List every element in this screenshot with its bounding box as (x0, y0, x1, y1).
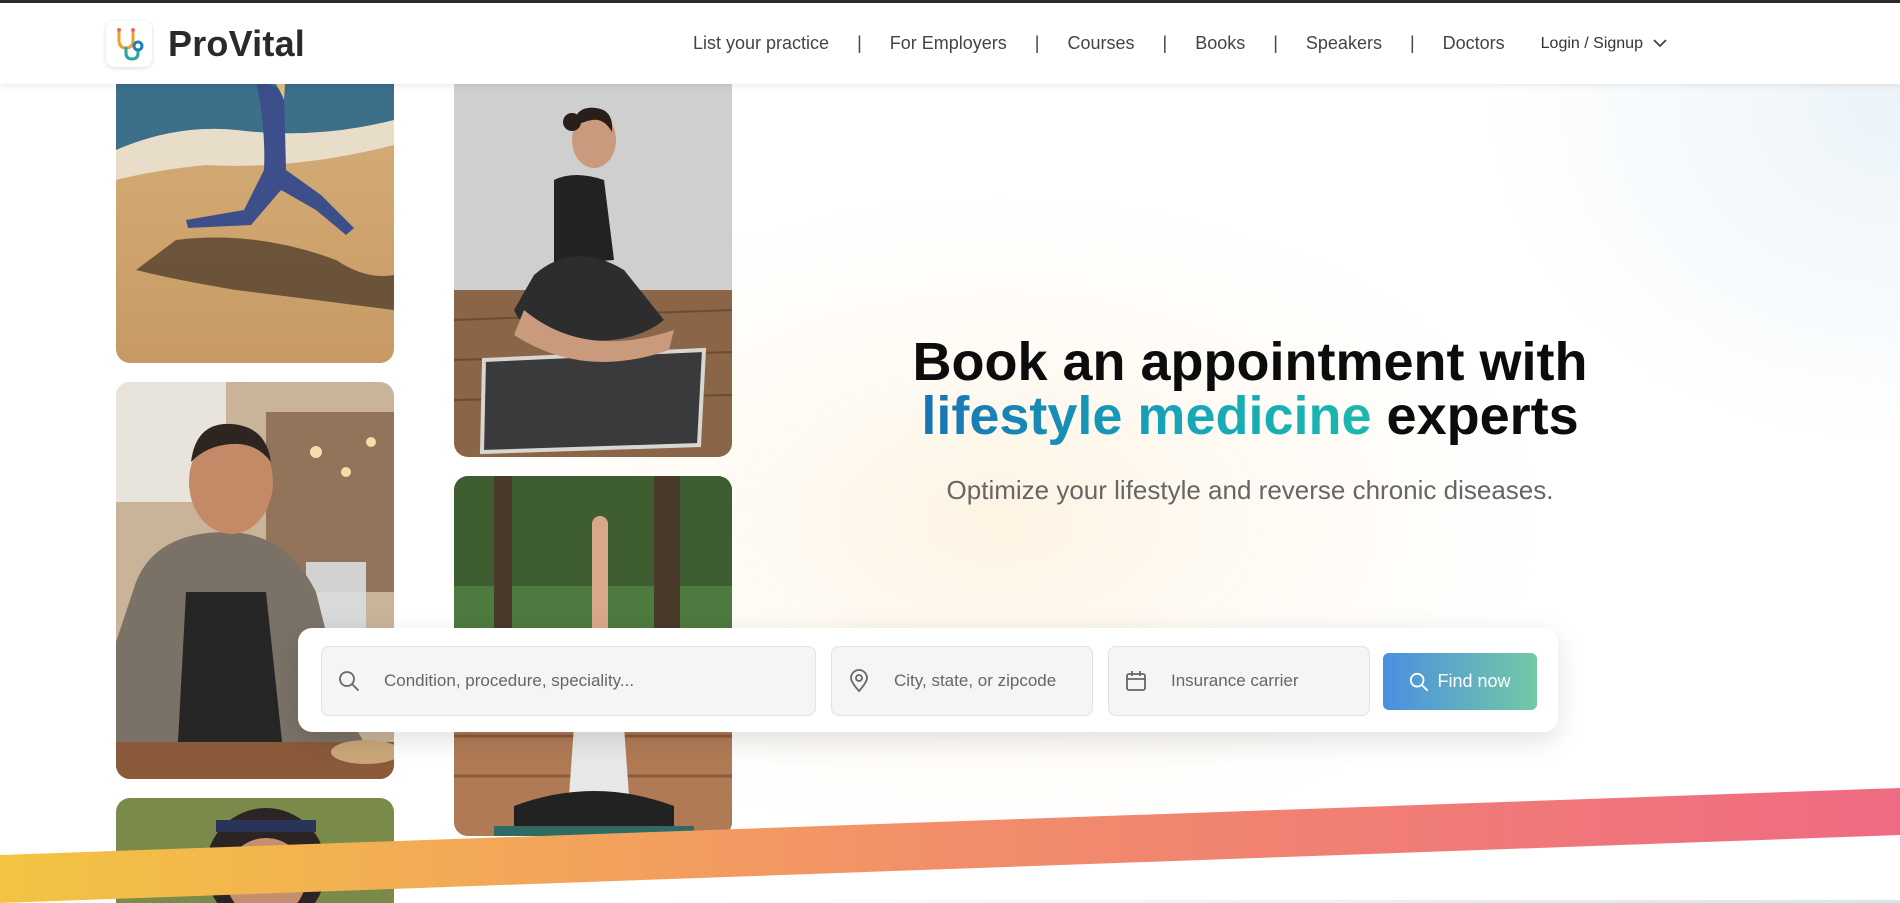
hero-subtitle: Optimize your lifestyle and reverse chro… (946, 475, 1554, 505)
site-header: ProVital List your practice | For Employ… (0, 3, 1900, 84)
search-icon (1410, 672, 1429, 691)
brand-name: ProVital (168, 23, 305, 64)
search-card: Find now (298, 628, 1558, 732)
nav-separator: | (1162, 33, 1168, 53)
logo[interactable]: ProVital (106, 21, 305, 67)
find-now-button[interactable]: Find now (1383, 653, 1537, 710)
search-icon (334, 670, 364, 692)
hero: Book an appointment with lifestyle medic… (860, 335, 1640, 506)
nav-separator: | (1273, 33, 1278, 53)
nav-courses[interactable]: Courses (1067, 33, 1134, 54)
hero-title-line1: Book an appointment with (912, 332, 1588, 392)
condition-input[interactable] (384, 671, 754, 691)
main-nav: List your practice | For Employers | Cou… (693, 3, 1667, 84)
nav-for-employers[interactable]: For Employers (890, 33, 1007, 54)
find-now-label: Find now (1437, 671, 1511, 691)
location-pin-icon (844, 669, 874, 693)
hero-title-highlight: lifestyle medicine (921, 386, 1372, 446)
insurance-input[interactable] (1171, 671, 1366, 691)
nav-separator: | (857, 33, 862, 53)
login-signup-dropdown[interactable]: Login / Signup (1541, 35, 1667, 53)
login-signup-label: Login / Signup (1540, 34, 1643, 52)
nav-separator: | (1034, 33, 1040, 53)
photo-beach-yoga (116, 60, 394, 363)
calendar-icon (1121, 670, 1151, 692)
photo-seated-yoga (454, 60, 732, 457)
nav-doctors[interactable]: Doctors (1443, 33, 1505, 54)
hero-title-end: experts (1371, 386, 1579, 446)
condition-field[interactable] (321, 646, 816, 716)
nav-list-practice[interactable]: List your practice (693, 33, 829, 54)
location-input[interactable] (894, 671, 1089, 691)
page: ProVital List your practice | For Employ… (0, 0, 1900, 903)
chevron-down-icon (1653, 39, 1667, 48)
nav-speakers[interactable]: Speakers (1306, 33, 1382, 54)
location-field[interactable] (831, 646, 1093, 716)
nav-separator: | (1409, 33, 1415, 53)
hero-title: Book an appointment with lifestyle medic… (860, 335, 1640, 443)
insurance-field[interactable] (1108, 646, 1370, 716)
stethoscope-logo-icon (106, 21, 152, 67)
decorative-ribbon (0, 788, 1900, 903)
nav-books[interactable]: Books (1195, 33, 1245, 54)
